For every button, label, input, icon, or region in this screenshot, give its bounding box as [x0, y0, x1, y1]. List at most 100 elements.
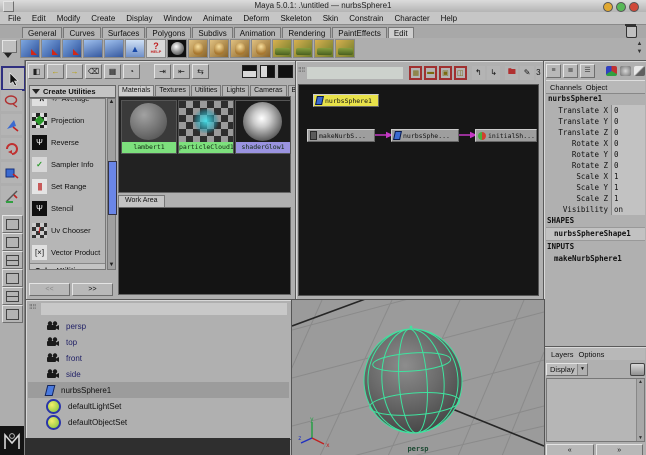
shelf-tab-general[interactable]: General [22, 27, 62, 38]
rotate-tool-icon[interactable] [1, 138, 22, 159]
shelf-help-icon[interactable]: ?HELP [146, 39, 166, 58]
traverse-down-icon[interactable]: ↳ [487, 66, 500, 80]
rearrange-graph-icon[interactable]: ▦ [104, 64, 121, 79]
node-nurbssphereshape[interactable]: nurbsSphe... [391, 129, 459, 142]
new-layer-icon[interactable] [630, 363, 645, 376]
shelf-tab-painteffects[interactable]: PaintEffects [332, 27, 387, 38]
shelf-painteffects-icon-1[interactable] [272, 39, 292, 58]
menu-help[interactable]: Help [441, 14, 457, 23]
scroll-up-icon[interactable]: ▲ [108, 99, 115, 106]
hypergraph-canvas[interactable]: nurbsSphere1 makeNurbS... nurbsSphe... i… [298, 84, 539, 296]
scrollbar-thumb[interactable] [108, 161, 117, 215]
shelf-scroll-arrows[interactable]: ▲▼ [636, 40, 643, 58]
shelf-tool-icon-6[interactable] [125, 39, 145, 58]
input-output-connections-icon[interactable]: ▬ [424, 66, 437, 80]
graph-downstream-icon[interactable]: ◫ [454, 66, 467, 80]
outliner-item-front[interactable]: front [28, 350, 289, 366]
toolbar-grip-icon[interactable]: ⣿⣿ [298, 67, 305, 79]
menu-skin[interactable]: Skin [323, 14, 339, 23]
outliner-item-nurbssphere1-selected[interactable]: nurbsSphere1 [28, 382, 289, 398]
perspective-viewport[interactable]: y x z persp [291, 299, 545, 455]
shelf-tab-surfaces[interactable]: Surfaces [102, 27, 146, 38]
render-swatch-icon[interactable]: ◔ [123, 64, 140, 79]
forward-arrow-icon[interactable]: → [66, 64, 83, 79]
show-both-tabs-icon[interactable]: ⇆ [192, 64, 209, 79]
channel-layout-dual-icon[interactable]: ≣ [563, 64, 578, 78]
layers-list[interactable]: ▲▼ [546, 378, 645, 442]
layer-type-dropdown[interactable]: Display ▼ [546, 363, 588, 376]
menu-skeleton[interactable]: Skeleton [281, 14, 312, 23]
shelf-menu-arrow-icon[interactable] [4, 53, 12, 58]
node-initialshadinggroup[interactable]: initialSh... [475, 129, 537, 142]
menu-modify[interactable]: Modify [57, 14, 81, 23]
shelf-character-icon-4[interactable] [251, 39, 271, 58]
node-nurbssphere1-selected[interactable]: nurbsSphere1 [313, 94, 379, 107]
list-item-set-range[interactable]: |||Set Range [30, 175, 105, 197]
show-top-tabs-icon[interactable]: ⇥ [154, 64, 171, 79]
layout-single-pane-button[interactable] [2, 215, 23, 233]
shelf-painteffects-icon-3[interactable] [314, 39, 334, 58]
menu-animate[interactable]: Animate [203, 14, 232, 23]
shelf-tab-curves[interactable]: Curves [63, 27, 100, 38]
shelf-character-icon-2[interactable] [209, 39, 229, 58]
outliner-item-side[interactable]: side [28, 366, 289, 382]
tab-work-area[interactable]: Work Area [118, 195, 165, 207]
add-bookmark-icon[interactable]: 🖿 [505, 66, 518, 80]
set-key-icon[interactable] [606, 66, 617, 76]
layout-saved-button[interactable] [2, 305, 23, 323]
toolbar-overflow-icon[interactable]: 3 [536, 66, 541, 80]
shelf-tab-subdivs[interactable]: Subdivs [192, 27, 232, 38]
list-item-stencil[interactable]: ΨStencil [30, 197, 105, 219]
pane-bottom-only-icon[interactable] [260, 65, 275, 78]
input-node-name[interactable]: makeNurbSphere1 [546, 253, 645, 265]
graph-up-downstream-icon[interactable]: ▣ [439, 66, 452, 80]
list-item-average[interactable]: −∧+/- Average [30, 98, 105, 109]
tab-lights[interactable]: Lights [222, 85, 249, 96]
layout-hypershade-persp-button[interactable] [2, 287, 23, 305]
shape-name[interactable]: nurbsSphereShape1 [546, 227, 645, 241]
channel-object-name[interactable]: nurbsSphere1 [546, 93, 645, 105]
list-item-vector-product[interactable]: [×]Vector Product [30, 241, 105, 263]
menu-constrain[interactable]: Constrain [349, 14, 383, 23]
move-tool-icon[interactable] [1, 114, 22, 135]
expand-layers-button[interactable]: » [596, 444, 644, 455]
channel-layout-single-icon[interactable]: ≡ [546, 64, 561, 78]
shelf-character-icon-3[interactable] [230, 39, 250, 58]
toolbar-grip-icon[interactable]: ⣿⣿ [29, 304, 38, 315]
outliner-item-defaultobjectset[interactable]: defaultObjectSet [28, 414, 289, 430]
shelf-tab-rendering[interactable]: Rendering [282, 27, 331, 38]
materials-swatch-area[interactable]: lambert1 particleCloud1 shaderGlow1 [118, 96, 291, 193]
shelf-menu-button[interactable] [2, 40, 17, 53]
menu-file[interactable]: File [8, 14, 21, 23]
channel-layout-wide-icon[interactable]: ☰ [580, 64, 595, 78]
tab-utilities[interactable]: Utilities [191, 85, 222, 96]
collapse-layers-button[interactable]: « [546, 444, 594, 455]
traverse-up-icon[interactable]: ↰ [472, 66, 485, 80]
menu-display[interactable]: Display [126, 14, 152, 23]
trash-icon[interactable] [626, 26, 637, 38]
color-utilities-header[interactable]: Color Utilities [30, 263, 105, 270]
material-swatch-shaderglow1[interactable]: shaderGlow1 [235, 100, 291, 154]
work-area-canvas[interactable] [118, 207, 291, 295]
shelf-tool-icon-5[interactable] [104, 39, 124, 58]
scale-tool-icon[interactable] [1, 162, 22, 183]
shelf-tab-edit[interactable]: Edit [388, 27, 414, 38]
show-bottom-tabs-icon[interactable]: ⇤ [173, 64, 190, 79]
lasso-tool-icon[interactable] [1, 90, 22, 111]
outliner-item-defaultlightset[interactable]: defaultLightSet [28, 398, 289, 414]
menu-layers[interactable]: Layers [551, 350, 574, 359]
layers-scrollbar[interactable]: ▲▼ [636, 379, 644, 441]
create-bar-scrollbar[interactable]: ▲ ▼ [107, 98, 116, 270]
layout-outliner-persp-button[interactable] [2, 269, 23, 287]
speed-ramp-icon[interactable] [634, 66, 645, 76]
anim-curve-icon[interactable] [620, 66, 631, 76]
expand-create-bar-button[interactable]: >> [72, 283, 113, 296]
shelf-tool-icon-2[interactable] [41, 39, 61, 58]
clear-graph-icon[interactable]: ⌫ [85, 64, 102, 79]
menu-channels[interactable]: Channels [550, 83, 582, 92]
shelf-painteffects-icon-4[interactable] [335, 39, 355, 58]
bookmark-editor-icon[interactable]: ✎ [520, 66, 533, 80]
menu-character[interactable]: Character [395, 14, 430, 23]
list-item-uv-chooser[interactable]: /Uv Chooser [30, 219, 105, 241]
show-manipulator-tool-icon[interactable] [1, 186, 22, 207]
